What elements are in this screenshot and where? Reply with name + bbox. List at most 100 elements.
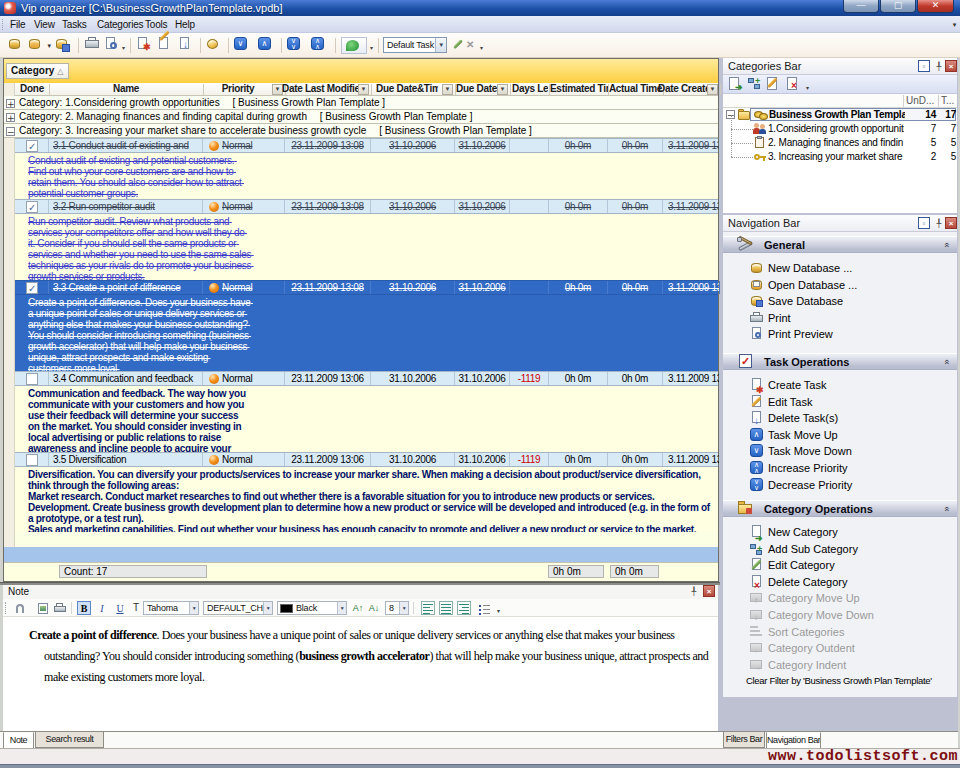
view-flag-icon[interactable] [341, 37, 367, 54]
expand-icon[interactable]: + [6, 113, 15, 122]
nav-item-new-database[interactable]: New Database ... [723, 260, 957, 276]
nav-section-task-operations[interactable]: ✓Task Operations« [723, 353, 957, 370]
nav-item-edit-category[interactable]: Edit Category [723, 557, 957, 573]
font-size-combo[interactable]: 8▼ [385, 601, 409, 615]
task-row[interactable]: ✓3.1 Conduct audit of existing andNormal… [15, 138, 718, 153]
nav-item-edit-task[interactable]: Edit Task [723, 394, 957, 410]
task-row[interactable]: ✓3.2 Run competitor auditNormal23.11.200… [15, 199, 718, 214]
decrease-font-icon[interactable]: A↓ [367, 601, 381, 615]
new-database-icon[interactable] [8, 37, 25, 54]
nav-item-open-database[interactable]: Open Database ... [723, 277, 957, 293]
charset-combo[interactable]: DEFAULT_CHAR▼ [203, 601, 273, 615]
complete-task-icon[interactable] [206, 37, 223, 54]
add-sub-category-icon[interactable]: + [747, 76, 764, 93]
tab-search-result[interactable]: Search result [35, 732, 104, 748]
menu-tasks[interactable]: Tasks [60, 18, 89, 31]
align-left-button[interactable] [421, 601, 435, 615]
nav-item-category-outdent[interactable]: ←Category Outdent [723, 640, 957, 656]
task-row[interactable]: 3.4 Communication and feedbackNormal23.1… [15, 371, 718, 386]
done-checkbox[interactable] [26, 454, 38, 466]
nav-item-decrease-priority[interactable]: ∨∨Decrease Priority [723, 477, 957, 493]
italic-button[interactable]: I [95, 601, 109, 615]
sort-dropdown-icon[interactable]: ▼ [707, 84, 718, 95]
expand-icon[interactable]: + [6, 99, 15, 108]
column-header-actual[interactable]: Actual Time [608, 83, 663, 95]
edit-category-icon[interactable] [766, 76, 783, 93]
menu-view[interactable]: View [32, 18, 57, 31]
underline-button[interactable]: U [113, 601, 127, 615]
menu-overflow-icon[interactable]: ▾ [953, 21, 956, 29]
nav-item-delete-task-s[interactable]: ↓Delete Task(s) [723, 410, 957, 426]
nav-item-sort-categories[interactable]: Sort Categories [723, 624, 957, 640]
collapse-section-icon[interactable]: « [941, 359, 951, 364]
nav-item-delete-category[interactable]: ×Delete Category [723, 574, 957, 590]
decrease-priority-icon[interactable]: ∨∨ [287, 37, 304, 54]
delete-task-icon[interactable]: ↓ [178, 37, 195, 54]
align-right-button[interactable] [457, 601, 471, 615]
insert-image-icon[interactable] [35, 601, 49, 615]
align-center-button[interactable] [439, 601, 453, 615]
nav-item-clear-filter-by-business-growth-plan-template[interactable]: Clear Filter by 'Business Growth Plan Te… [723, 673, 957, 689]
categories-close-icon[interactable]: × [945, 60, 957, 72]
font-family-combo[interactable]: Tahoma▼ [143, 601, 199, 615]
nav-item-task-move-down[interactable]: ∨Task Move Down [723, 443, 957, 459]
maximize-button[interactable]: ▢ [880, 0, 916, 13]
nav-section-category-operations[interactable]: Category Operations« [723, 500, 957, 517]
note-toolbar-overflow-icon[interactable]: ▾ [497, 607, 500, 614]
nav-item-category-move-up[interactable]: ↑Category Move Up [723, 590, 957, 606]
print-icon[interactable] [84, 37, 101, 54]
nav-autohide-icon[interactable]: ▫ [918, 217, 930, 229]
nav-item-task-move-up[interactable]: ∧Task Move Up [723, 427, 957, 443]
print-note-icon[interactable] [52, 601, 66, 615]
save-database-icon[interactable] [55, 37, 72, 54]
clear-view-icon[interactable]: ✕ [466, 39, 474, 50]
toolbar-dropdown-icon[interactable]: ▾ [122, 44, 125, 51]
note-content[interactable]: Create a point of difference. Does your … [3, 617, 718, 731]
category-group-row[interactable]: +Category: 1.Considering growth opportun… [4, 96, 718, 110]
category-group-row[interactable]: +Category: 2. Managing finances and find… [4, 110, 718, 124]
menu-file[interactable]: File [8, 18, 27, 31]
nav-item-print[interactable]: Print [723, 310, 957, 326]
edit-task-icon[interactable] [157, 37, 174, 54]
column-header-days_left[interactable]: Days Left [512, 83, 548, 95]
column-header-due_date[interactable]: Due Date [449, 83, 504, 95]
nav-pin-icon[interactable]: ╀ [933, 217, 945, 229]
category-tree-row[interactable]: 2. Managing finances and findin55 [723, 136, 957, 150]
collapse-section-icon[interactable]: « [941, 506, 951, 511]
sort-dropdown-icon[interactable]: ▼ [358, 84, 369, 95]
task-view-combo[interactable]: Default Task V▼ [383, 37, 447, 53]
menu-help[interactable]: Help [173, 18, 197, 31]
nav-close-icon[interactable]: × [945, 217, 957, 229]
create-task-icon[interactable]: ✱ [136, 37, 153, 54]
open-database-icon[interactable]: ▾ [28, 37, 45, 54]
nav-item-increase-priority[interactable]: ∧∧Increase Priority [723, 460, 957, 476]
column-header-priority[interactable]: Priority [197, 83, 279, 95]
category-tree-row[interactable]: 3. Increasing your market share 25 [723, 150, 957, 164]
sort-dropdown-icon[interactable]: ▼ [497, 84, 508, 95]
nav-item-create-task[interactable]: ✱Create Task [723, 377, 957, 393]
expand-icon[interactable]: − [6, 127, 15, 136]
views-overflow-icon[interactable]: ▾ [480, 44, 483, 51]
nav-section-general[interactable]: General« [723, 236, 957, 253]
nav-item-save-database[interactable]: Save Database [723, 293, 957, 309]
column-header-estimated[interactable]: Estimated Time [550, 83, 608, 95]
collapse-section-icon[interactable]: « [941, 242, 951, 247]
group-chip-category[interactable]: Category △ [6, 63, 69, 79]
close-button[interactable]: ✕ [917, 0, 954, 13]
task-row[interactable]: 3.5 DiversificationNormal23.11.2009 13:0… [15, 452, 718, 467]
increase-priority-icon[interactable]: ∧∧ [311, 37, 328, 54]
task-row[interactable]: ✓3.3 Create a point of differenceNormal2… [15, 280, 718, 295]
categories-toolbar-overflow-icon[interactable]: ▾ [806, 84, 809, 91]
autohide-icon[interactable]: ▫ [918, 60, 930, 72]
column-header-done[interactable]: Done [15, 83, 49, 95]
done-checkbox[interactable]: ✓ [26, 201, 38, 213]
done-checkbox[interactable] [26, 373, 38, 385]
column-header-name[interactable]: Name [49, 83, 203, 95]
bullet-list-button[interactable] [477, 601, 491, 615]
font-color-combo[interactable]: Black▼ [277, 601, 347, 615]
nav-item-category-indent[interactable]: →Category Indent [723, 657, 957, 673]
move-task-down-icon[interactable]: ∨ [234, 37, 251, 54]
move-task-up-icon[interactable]: ∧ [258, 37, 275, 54]
menu-tools[interactable]: Tools [143, 18, 169, 31]
attach-icon[interactable] [13, 601, 27, 615]
